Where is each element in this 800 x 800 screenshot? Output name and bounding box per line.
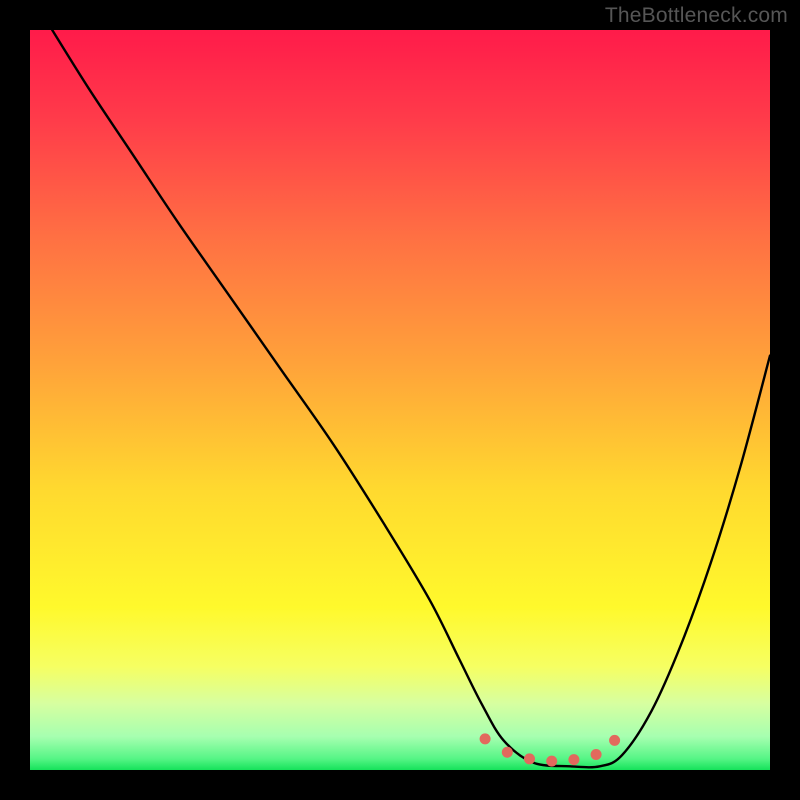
curve-marker bbox=[480, 733, 491, 744]
curve-marker bbox=[546, 756, 557, 767]
attribution-text: TheBottleneck.com bbox=[605, 4, 788, 28]
curve-marker bbox=[524, 753, 535, 764]
curve-marker bbox=[609, 735, 620, 746]
curve-marker bbox=[591, 749, 602, 760]
plot-area bbox=[30, 30, 770, 770]
bottleneck-curve bbox=[30, 30, 770, 770]
curve-marker bbox=[502, 747, 513, 758]
chart-frame: TheBottleneck.com bbox=[0, 0, 800, 800]
curve-marker bbox=[568, 754, 579, 765]
